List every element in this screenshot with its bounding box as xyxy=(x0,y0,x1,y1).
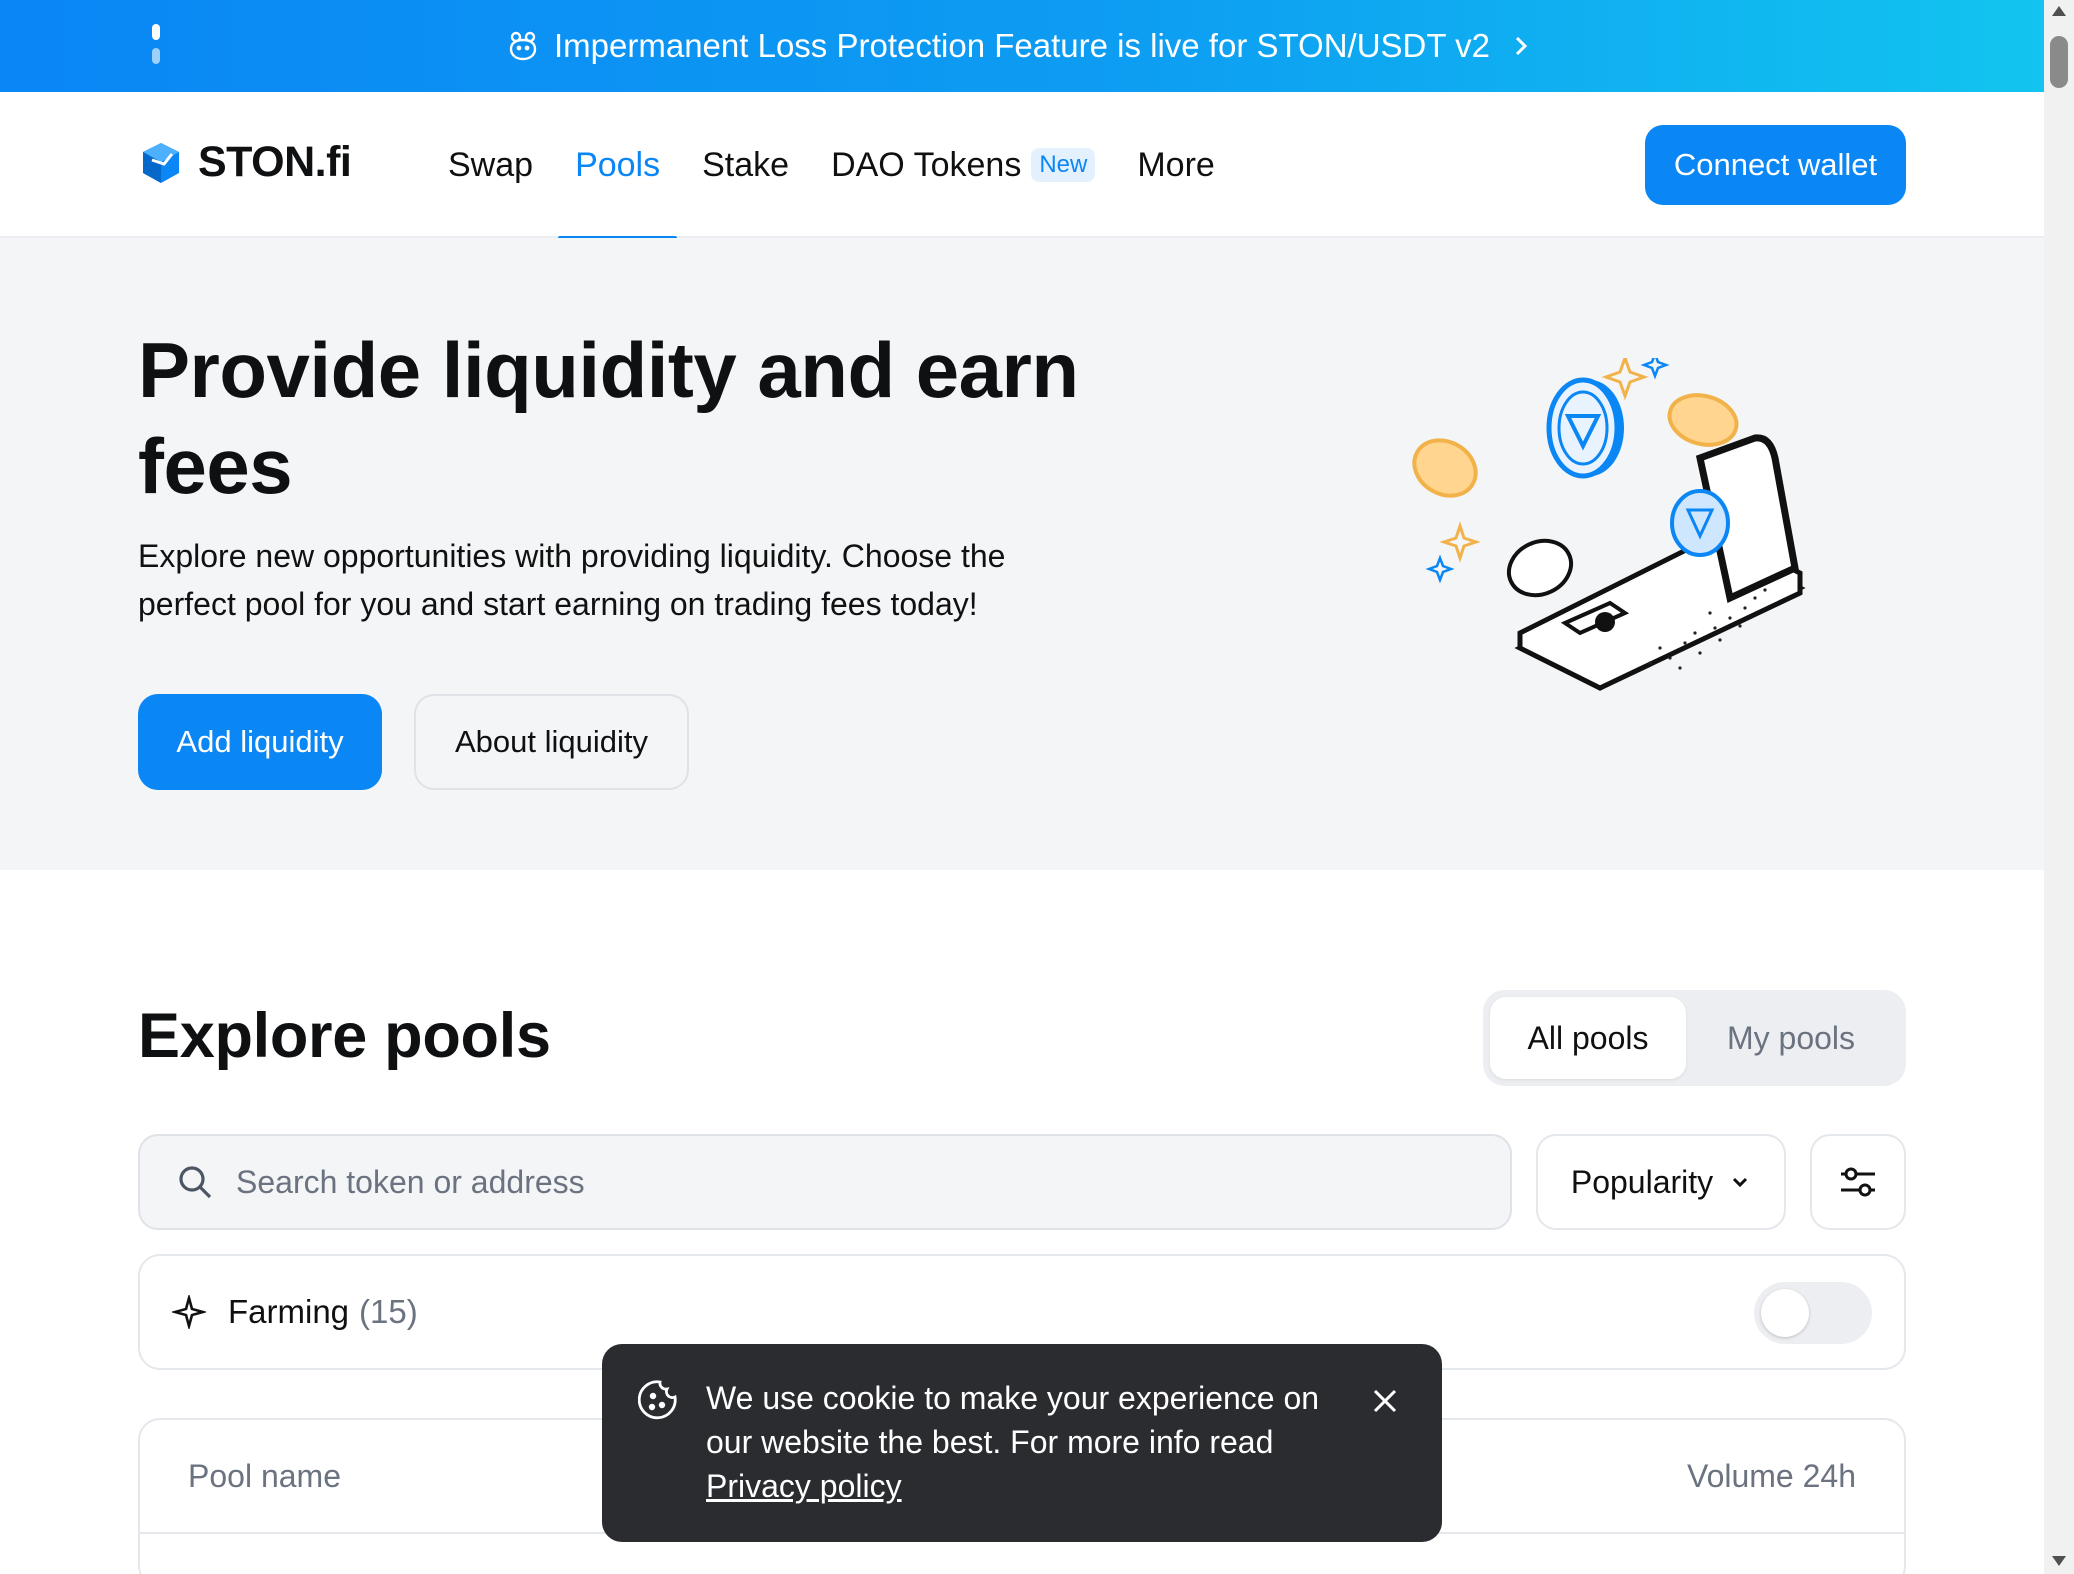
tab-all-pools[interactable]: All pools xyxy=(1490,997,1686,1079)
farming-label: Farming xyxy=(228,1293,350,1330)
announcement-link[interactable]: Impermanent Loss Protection Feature is l… xyxy=(506,27,1538,65)
hero-section: Provide liquidity and earn fees Explore … xyxy=(0,238,2044,870)
cookie-text: We use cookie to make your experience on… xyxy=(706,1376,1326,1508)
hero-description: Explore new opportunities with providing… xyxy=(138,538,1006,622)
logo-text: STON.fi xyxy=(198,138,352,186)
cookie-message: We use cookie to make your experience on… xyxy=(706,1380,1320,1460)
nav-item-stake[interactable]: Stake xyxy=(702,92,789,238)
site-logo[interactable]: STON.fi xyxy=(138,138,352,187)
mascot-icon xyxy=(509,31,537,61)
nav-item-more[interactable]: More xyxy=(1137,92,1214,238)
hero-title: Provide liquidity and earn fees xyxy=(138,326,1079,510)
search-input[interactable] xyxy=(236,1163,1436,1201)
sparkle-icon xyxy=(172,1295,206,1329)
search-icon xyxy=(179,1166,212,1199)
cookie-notice: We use cookie to make your experience on… xyxy=(602,1344,1442,1542)
banner-dots-icon[interactable] xyxy=(150,24,162,68)
sliders-icon xyxy=(1841,1167,1875,1197)
farming-count: (15) xyxy=(359,1293,418,1330)
cookie-icon xyxy=(638,1380,677,1420)
nav-item-swap[interactable]: Swap xyxy=(448,92,533,238)
close-icon[interactable] xyxy=(1368,1384,1402,1418)
about-liquidity-button[interactable]: About liquidity xyxy=(414,694,689,790)
wallet-coins-illustration xyxy=(1412,358,1806,691)
announcement-text: Impermanent Loss Protection Feature is l… xyxy=(554,27,1490,64)
column-volume-24h[interactable]: Volume 24h xyxy=(1687,1458,1856,1495)
chevron-right-icon xyxy=(1515,36,1528,56)
page-scrollbar[interactable] xyxy=(2044,0,2074,1574)
top-navigation: STON.fi Swap Pools Stake DAO Tokens New … xyxy=(0,92,2044,240)
tab-my-pools[interactable]: My pools xyxy=(1686,997,1896,1079)
nav-links: Swap Pools Stake DAO Tokens New More xyxy=(448,92,1257,240)
filter-button[interactable] xyxy=(1810,1134,1906,1230)
nav-item-pools[interactable]: Pools xyxy=(558,92,678,240)
nav-item-dao-tokens-label: DAO Tokens xyxy=(831,145,1022,184)
column-pool-name[interactable]: Pool name xyxy=(188,1458,341,1495)
ston-logo-icon xyxy=(143,142,179,183)
chevron-down-icon xyxy=(1733,1177,1748,1188)
scroll-down-arrow-icon[interactable] xyxy=(2052,1556,2066,1566)
nav-item-dao-tokens[interactable]: DAO Tokens New xyxy=(831,92,1096,238)
new-badge: New xyxy=(1031,148,1096,182)
scroll-thumb[interactable] xyxy=(2050,36,2068,88)
farming-toggle[interactable] xyxy=(1754,1282,1872,1344)
connect-wallet-button[interactable]: Connect wallet xyxy=(1645,125,1906,205)
sort-label: Popularity xyxy=(1570,1163,1714,1200)
announcement-banner[interactable]: Impermanent Loss Protection Feature is l… xyxy=(0,0,2044,92)
sort-dropdown[interactable]: Popularity xyxy=(1536,1134,1786,1230)
search-box[interactable] xyxy=(138,1134,1512,1230)
add-liquidity-button[interactable]: Add liquidity xyxy=(138,694,382,790)
privacy-policy-link[interactable]: Privacy policy xyxy=(706,1468,902,1504)
scroll-up-arrow-icon[interactable] xyxy=(2052,6,2066,16)
explore-pools-title: Explore pools xyxy=(138,1001,551,1071)
pools-tab-switch: All pools My pools xyxy=(1483,990,1906,1086)
